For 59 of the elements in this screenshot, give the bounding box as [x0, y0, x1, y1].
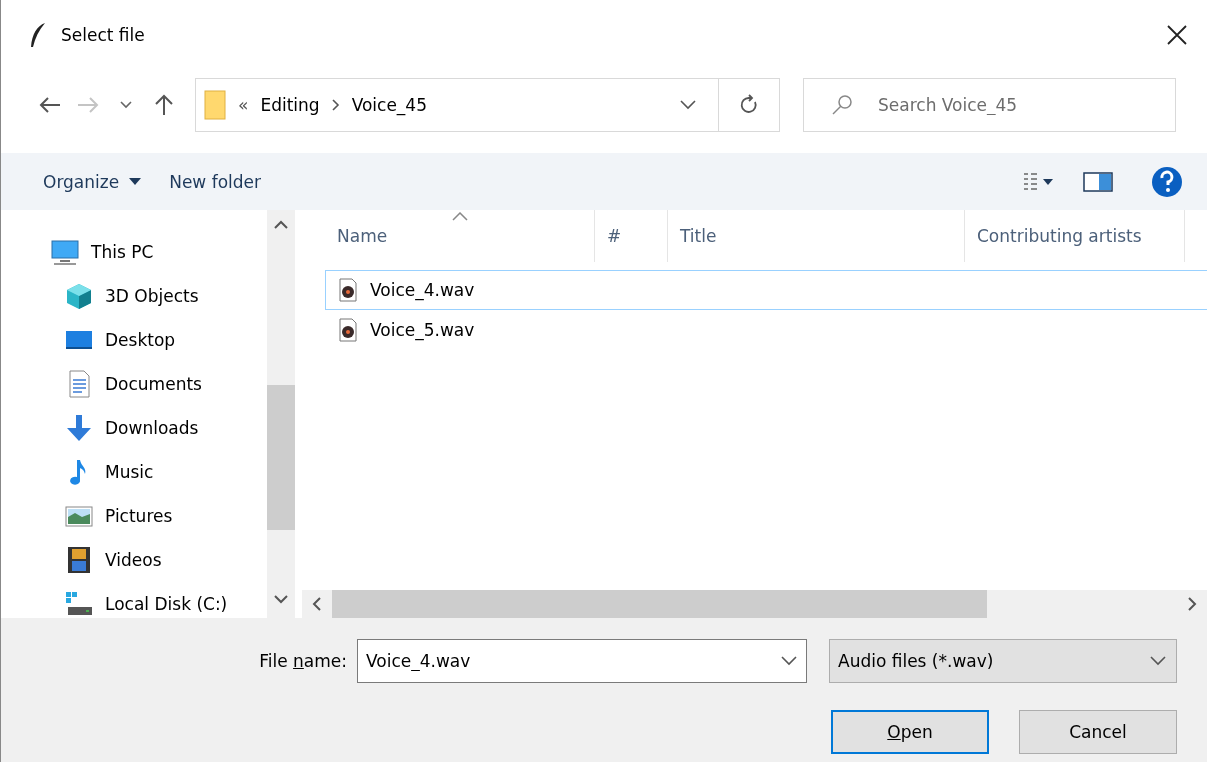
- horizontal-scrollbar[interactable]: [302, 590, 1207, 618]
- scroll-right-icon[interactable]: [1187, 597, 1197, 611]
- sidebar-item[interactable]: Music: [1, 450, 267, 494]
- details-view-icon: [1023, 171, 1055, 192]
- preview-pane-icon: [1083, 171, 1113, 192]
- sort-caret-icon: [452, 212, 468, 221]
- arrow-up-icon: [154, 94, 174, 116]
- column-header[interactable]: Name: [325, 210, 595, 262]
- vertical-scrollbar[interactable]: [267, 210, 295, 618]
- sidebar-item[interactable]: Videos: [1, 538, 267, 582]
- file-type-dropdown[interactable]: Audio files (*.wav): [829, 638, 1177, 683]
- breadcrumb[interactable]: Editing: [260, 95, 320, 115]
- file-row[interactable]: Voice_4.wav: [325, 270, 1207, 310]
- arrow-right-icon: [77, 96, 99, 114]
- dialog-button[interactable]: Open: [831, 709, 989, 754]
- close-icon[interactable]: [1167, 25, 1187, 45]
- window-title: Select file: [61, 25, 146, 45]
- address-bar[interactable]: « Editing Voice_45: [195, 78, 780, 132]
- scroll-up-icon[interactable]: [274, 220, 288, 230]
- file-name-label: File name:: [259, 650, 347, 671]
- feather-icon: [29, 22, 47, 48]
- sidebar-item[interactable]: Downloads: [1, 406, 267, 450]
- caret-icon: [129, 177, 142, 186]
- refresh-icon[interactable]: [739, 94, 759, 116]
- sidebar-item[interactable]: This PC: [1, 230, 267, 274]
- breadcrumb[interactable]: Voice_45: [351, 95, 427, 115]
- help-icon[interactable]: [1151, 165, 1183, 198]
- hard-drive-icon: [65, 590, 93, 618]
- organize-button[interactable]: Organize: [29, 165, 156, 198]
- column-header[interactable]: #: [595, 210, 668, 262]
- cube-icon: [65, 282, 93, 310]
- scroll-left-icon[interactable]: [312, 597, 322, 611]
- computer-icon: [51, 238, 79, 266]
- film-strip-icon: [65, 546, 93, 574]
- search-field[interactable]: Search Voice_45: [803, 78, 1176, 132]
- chevron-down-icon: [1150, 655, 1166, 666]
- sidebar-item[interactable]: Local Disk (C:): [1, 582, 267, 618]
- chevron-down-icon: [120, 101, 132, 109]
- chevron-down-icon: [781, 655, 797, 666]
- sidebar-item[interactable]: 3D Objects: [1, 274, 267, 318]
- column-header[interactable]: Title: [668, 210, 965, 262]
- sidebar-item[interactable]: Desktop: [1, 318, 267, 362]
- chevron-down-icon: [680, 100, 696, 110]
- download-arrow-icon: [65, 414, 93, 442]
- folder-icon: [204, 90, 226, 120]
- overflow-chevrons[interactable]: «: [238, 95, 249, 115]
- audio-file-icon: [338, 318, 358, 342]
- scroll-down-icon[interactable]: [274, 594, 288, 604]
- arrow-left-icon: [39, 96, 61, 114]
- new-folder-button[interactable]: New folder: [155, 165, 275, 198]
- search-icon: [831, 94, 853, 116]
- file-row[interactable]: Voice_5.wav: [325, 310, 1207, 350]
- sidebar-item[interactable]: Pictures: [1, 494, 267, 538]
- chevron-right-icon: [331, 99, 340, 111]
- dialog-button[interactable]: Cancel: [1019, 709, 1177, 754]
- sidebar-item[interactable]: Documents: [1, 362, 267, 406]
- column-header[interactable]: Contributing artists: [965, 210, 1185, 262]
- audio-file-icon: [338, 278, 358, 302]
- file-name-field[interactable]: Voice_4.wav: [357, 638, 807, 683]
